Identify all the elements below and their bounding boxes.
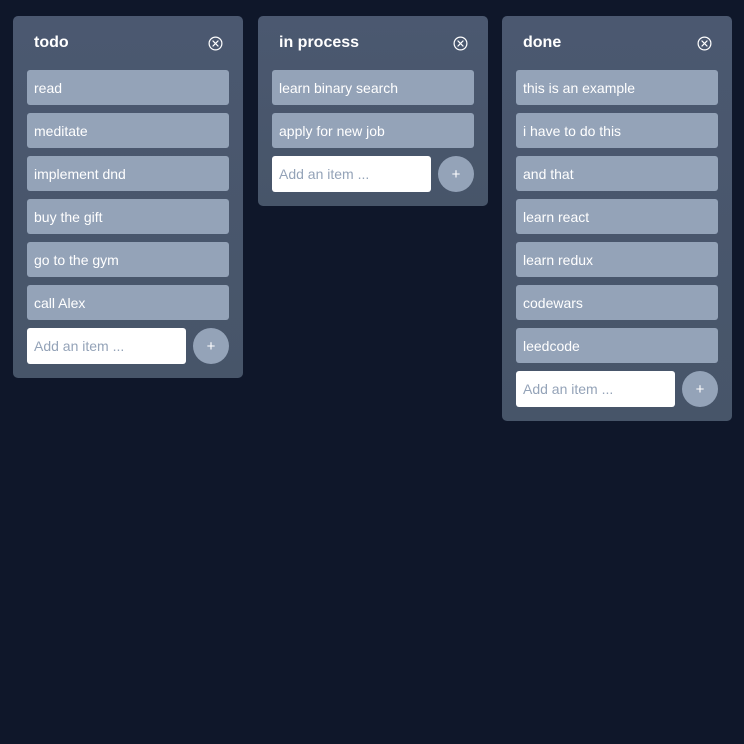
add-item-input[interactable]: [272, 156, 431, 192]
list-item[interactable]: and that: [516, 156, 718, 191]
add-item-input[interactable]: [516, 371, 675, 407]
add-item-button[interactable]: +: [438, 156, 474, 192]
column-done: done this is an example i have to do thi…: [502, 16, 732, 421]
add-item-button[interactable]: +: [682, 371, 718, 407]
close-circle-icon: [208, 36, 222, 50]
column-in-process: in process learn binary search apply for…: [258, 16, 488, 206]
close-circle-icon: [453, 36, 467, 50]
list-item[interactable]: this is an example: [516, 70, 718, 105]
column-todo: todo read meditate implement dnd buy the…: [13, 16, 243, 378]
list-item[interactable]: learn react: [516, 199, 718, 234]
list-item[interactable]: learn binary search: [272, 70, 474, 105]
list-item[interactable]: buy the gift: [27, 199, 229, 234]
column-header: in process: [272, 16, 474, 70]
add-item-row: +: [27, 328, 229, 364]
list-item[interactable]: read: [27, 70, 229, 105]
list-item[interactable]: call Alex: [27, 285, 229, 320]
column-title: todo: [34, 34, 69, 51]
list-item[interactable]: i have to do this: [516, 113, 718, 148]
close-column-button[interactable]: [207, 35, 223, 51]
column-title: done: [523, 34, 562, 51]
add-item-row: +: [272, 156, 474, 192]
add-item-row: +: [516, 371, 718, 407]
list-item[interactable]: implement dnd: [27, 156, 229, 191]
list-item[interactable]: leedcode: [516, 328, 718, 363]
close-column-button[interactable]: [452, 35, 468, 51]
list-item[interactable]: codewars: [516, 285, 718, 320]
list-item[interactable]: learn redux: [516, 242, 718, 277]
kanban-board: todo read meditate implement dnd buy the…: [0, 0, 744, 744]
add-item-button[interactable]: +: [193, 328, 229, 364]
list-item[interactable]: apply for new job: [272, 113, 474, 148]
list-item[interactable]: go to the gym: [27, 242, 229, 277]
close-column-button[interactable]: [696, 35, 712, 51]
column-header: todo: [27, 16, 229, 70]
column-header: done: [516, 16, 718, 70]
column-title: in process: [279, 34, 360, 51]
list-item[interactable]: meditate: [27, 113, 229, 148]
add-item-input[interactable]: [27, 328, 186, 364]
close-circle-icon: [697, 36, 711, 50]
